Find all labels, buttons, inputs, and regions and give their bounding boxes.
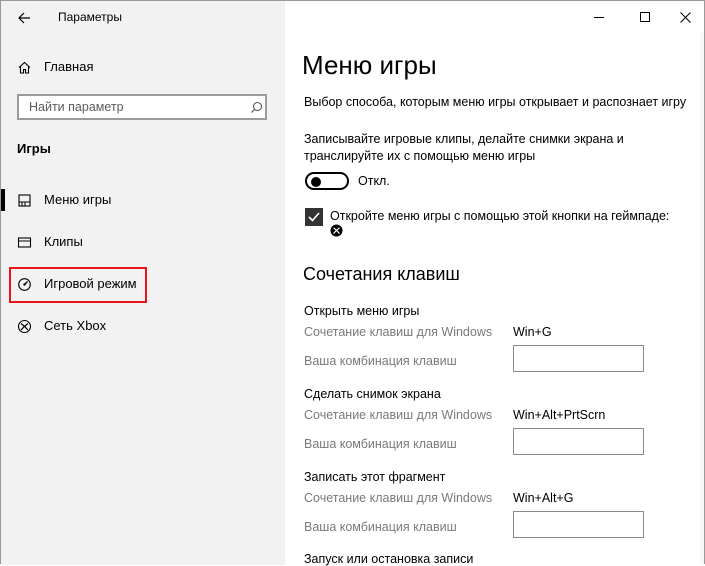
home-label: Главная (44, 59, 94, 74)
search-icon[interactable] (248, 99, 264, 115)
sidebar-item-xbox-network[interactable]: Сеть Xbox (1, 313, 285, 339)
window-title: Параметры (58, 10, 122, 24)
home-nav-item[interactable]: Главная (1, 55, 285, 79)
sidebar-item-label: Меню игры (44, 192, 112, 207)
custom-shortcut-input[interactable] (513, 511, 644, 538)
page-title: Меню игры (302, 50, 437, 80)
back-arrow-icon[interactable] (13, 9, 35, 27)
checkmark-icon (308, 212, 320, 222)
minimize-button[interactable] (576, 1, 622, 33)
selection-indicator (1, 189, 5, 211)
custom-shortcut-input[interactable] (513, 345, 644, 372)
custom-shortcut-label: Ваша комбинация клавиш (304, 354, 457, 368)
section-label: Игры (17, 141, 51, 156)
home-icon (16, 59, 32, 75)
main-content: Меню игры Выбор способа, которым меню иг… (285, 1, 705, 566)
custom-shortcut-input[interactable] (513, 428, 644, 455)
shortcut-title: Сделать снимок экрана (304, 387, 441, 401)
sidebar-item-label: Сеть Xbox (44, 318, 107, 333)
scrollbar[interactable] (700, 33, 704, 565)
sidebar-item-clips[interactable]: Клипы (1, 229, 285, 255)
windows-shortcut-value: Win+G (513, 325, 552, 339)
toggle-state-label: Откл. (358, 174, 390, 188)
shortcuts-title: Сочетания клавиш (303, 264, 460, 284)
windows-shortcut-label: Сочетание клавиш для Windows (304, 491, 493, 505)
search-input[interactable] (27, 99, 251, 115)
minimize-icon (594, 16, 604, 18)
windows-shortcut-value: Win+Alt+PrtScrn (513, 408, 606, 422)
close-icon (679, 11, 691, 23)
sidebar-item-label: Клипы (44, 234, 83, 249)
record-description-line2: транслируйте их с помощью меню игры (304, 149, 536, 163)
close-button[interactable] (662, 1, 705, 33)
windows-shortcut-label: Сочетание клавиш для Windows (304, 408, 493, 422)
xbox-icon (16, 318, 32, 334)
game-bar-icon (16, 192, 32, 208)
page-description: Выбор способа, которым меню игры открыва… (304, 95, 687, 109)
shortcut-title: Записать этот фрагмент (304, 470, 446, 484)
sidebar: Параметры Главная Игры Меню игры Клипы (1, 1, 285, 565)
custom-shortcut-label: Ваша комбинация клавиш (304, 437, 457, 451)
search-box (17, 94, 267, 120)
checkbox-label: Откройте меню игры с помощью этой кнопки… (330, 209, 670, 223)
clips-icon (16, 234, 32, 250)
custom-shortcut-label: Ваша комбинация клавиш (304, 520, 457, 534)
windows-shortcut-value: Win+Alt+G (513, 491, 574, 505)
maximize-icon (640, 12, 650, 22)
shortcut-title: Открыть меню игры (304, 304, 420, 318)
gamepad-checkbox[interactable] (305, 208, 323, 226)
windows-shortcut-label: Сочетание клавиш для Windows (304, 325, 493, 339)
sidebar-item-game-bar[interactable]: Меню игры (1, 187, 285, 213)
record-description-line1: Записывайте игровые клипы, делайте снимк… (304, 132, 624, 146)
toggle-knob (311, 177, 321, 187)
highlight-annotation (9, 267, 147, 303)
record-toggle[interactable] (305, 172, 349, 190)
xbox-button-icon (329, 223, 343, 237)
